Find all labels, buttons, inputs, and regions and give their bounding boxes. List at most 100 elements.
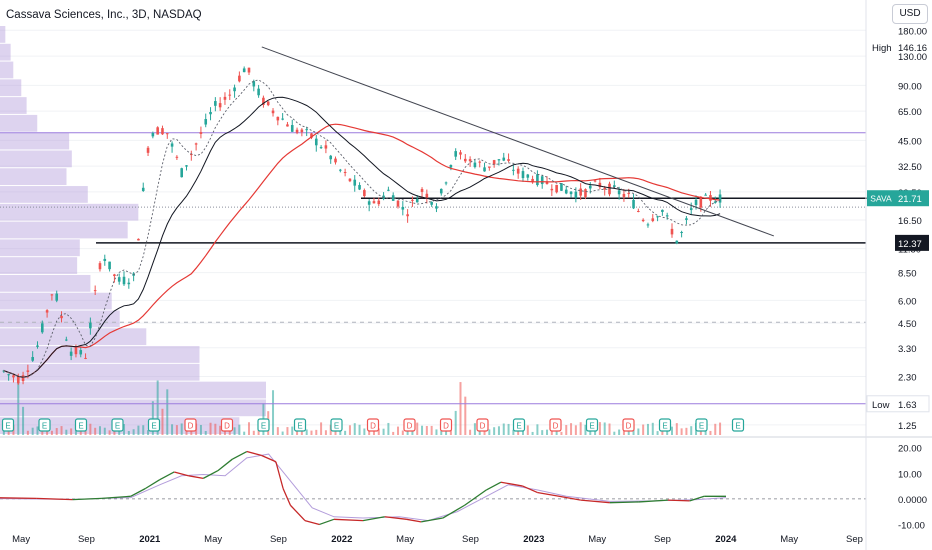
horizontal-levels xyxy=(0,132,878,405)
candle-body xyxy=(449,165,453,168)
candle-body xyxy=(295,129,299,133)
event-marker-label: E xyxy=(516,422,521,431)
volume-bar xyxy=(281,431,284,435)
event-marker-label: E xyxy=(42,422,47,431)
time-tick-label: 2021 xyxy=(139,534,161,545)
candle-body xyxy=(21,375,25,382)
high-value: 146.16 xyxy=(898,43,927,54)
event-markers: EEEEEDDEEEDDDDEDEDEEE xyxy=(1,418,745,432)
volume-bar xyxy=(637,428,640,435)
volume-bar xyxy=(219,425,222,435)
volume-bar xyxy=(565,425,568,435)
volume-bar xyxy=(204,431,207,435)
volume-bar xyxy=(651,422,654,435)
volume-profile-bin xyxy=(0,186,88,203)
currency-button[interactable]: USD xyxy=(892,4,928,24)
volume-bar xyxy=(209,422,212,435)
volume-bar xyxy=(469,429,472,435)
oscillator-line-segment xyxy=(304,519,320,526)
event-marker-label: D xyxy=(224,422,230,431)
oscillator-line-segment xyxy=(333,518,364,522)
candle-body xyxy=(377,200,381,205)
volume-bar xyxy=(488,429,491,435)
candle-body xyxy=(478,161,482,163)
low-value: 1.63 xyxy=(898,400,917,411)
volume-bar xyxy=(127,431,130,435)
volume-profile-bin xyxy=(0,257,78,274)
candle-body xyxy=(146,147,150,153)
oscillator-tick-label: 20.00 xyxy=(898,444,922,455)
candle-body xyxy=(396,200,400,207)
candle-body xyxy=(151,133,155,137)
event-marker-label: E xyxy=(589,422,594,431)
time-tick-label: 2022 xyxy=(331,534,352,545)
candle-body xyxy=(36,345,39,347)
volume-profile-bin xyxy=(0,43,11,61)
time-tick-label: Sep xyxy=(270,534,287,545)
oscillator-line-segment xyxy=(0,497,37,499)
volume-profile-bin xyxy=(0,363,200,381)
oscillator-line-segment xyxy=(667,499,690,502)
event-marker-label: E xyxy=(151,422,156,431)
time-tick-label: May xyxy=(780,534,798,545)
low-label: Low xyxy=(872,400,890,411)
candle-body xyxy=(31,357,34,361)
volume-bar xyxy=(608,423,611,435)
candle-body xyxy=(180,168,183,178)
volume-profile-bin xyxy=(0,274,91,292)
candle-body xyxy=(521,171,525,179)
candle-body xyxy=(637,210,640,212)
candle-body xyxy=(661,209,664,212)
volume-bar xyxy=(358,424,361,435)
candle-body xyxy=(127,282,131,285)
candle-body xyxy=(363,190,366,197)
oscillator-line-segment xyxy=(486,481,502,491)
price-tick-label: 180.00 xyxy=(898,26,927,37)
volume-bar xyxy=(526,425,529,435)
candle-body xyxy=(55,293,59,301)
oscillator-line-segment xyxy=(72,497,102,501)
volume-bar xyxy=(502,423,505,435)
candle-body xyxy=(276,116,280,121)
candle-body xyxy=(257,88,260,96)
candle-body xyxy=(593,180,597,182)
candle-body xyxy=(74,347,78,355)
volume-bar xyxy=(214,423,217,435)
candle-body xyxy=(242,68,246,73)
oscillator-line-segment xyxy=(442,504,465,519)
candle-body xyxy=(704,194,707,196)
event-marker-label: D xyxy=(407,422,413,431)
event-marker-label: D xyxy=(480,422,486,431)
candle-body xyxy=(7,374,10,376)
candle-body xyxy=(694,199,698,205)
candle-body xyxy=(555,184,558,193)
candle-body xyxy=(117,277,121,282)
oscillator-tick-label: 0.0000 xyxy=(898,495,927,506)
volume-bar xyxy=(613,431,616,435)
sava-price-value: 21.71 xyxy=(898,194,922,205)
volume-bar xyxy=(421,425,424,435)
candle-body xyxy=(415,198,419,203)
price-badges: High 146.16 Low 1.63 SAVA 21.71 12.37 xyxy=(866,43,930,413)
volume-bar xyxy=(180,423,183,435)
candle-body xyxy=(170,143,174,147)
candle-body xyxy=(526,174,530,178)
candle-body xyxy=(646,224,650,226)
volume-bar xyxy=(656,431,659,435)
candle-body xyxy=(617,190,621,195)
volume-bar xyxy=(50,430,53,435)
volume-bar xyxy=(464,396,467,435)
time-tick-label: 2024 xyxy=(715,534,737,545)
volume-bar xyxy=(642,424,645,435)
candle-body xyxy=(540,176,544,185)
candle-body xyxy=(329,155,333,160)
candle-body xyxy=(699,196,703,208)
volume-bar xyxy=(699,431,702,435)
volume-bar xyxy=(430,425,433,435)
candle-body xyxy=(334,158,337,163)
price-tick-label: 1.25 xyxy=(898,421,917,432)
candle-body xyxy=(339,169,342,171)
candle-body xyxy=(387,189,390,191)
volume-profile-bin xyxy=(0,310,120,328)
volume-profile-bin xyxy=(0,150,72,168)
